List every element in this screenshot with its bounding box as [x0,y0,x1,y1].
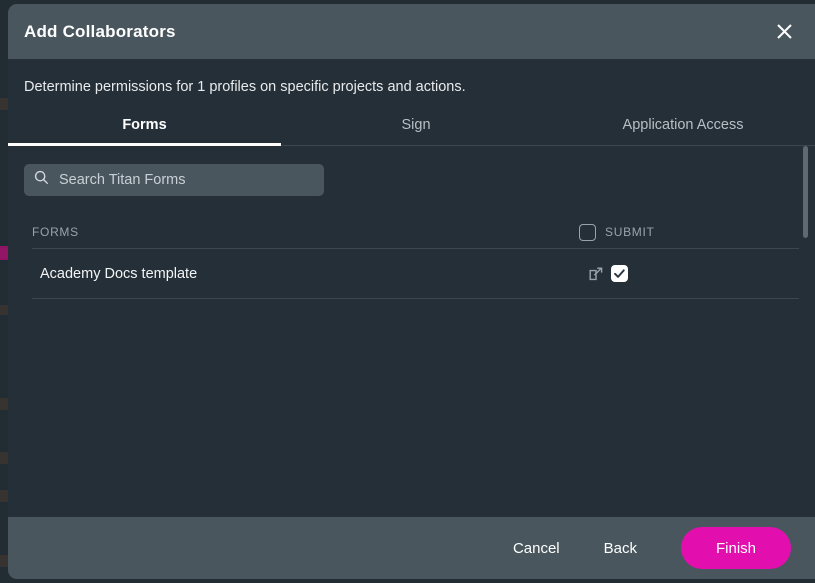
column-header-submit-label: SUBMIT [605,225,655,239]
search-icon [34,170,49,190]
form-name: Academy Docs template [40,265,198,282]
column-header-submit: SUBMIT [579,223,799,241]
dialog-footer: Cancel Back Finish [8,517,815,579]
external-link-icon[interactable] [588,266,604,282]
column-header-forms: FORMS [32,225,79,239]
forms-table: FORMS SUBMIT Academy Docs template [24,216,799,299]
back-button[interactable]: Back [582,532,659,565]
submit-checkbox[interactable] [611,265,628,282]
tab-sign[interactable]: Sign [281,111,551,145]
row-actions [579,265,799,282]
dialog-subtitle: Determine permissions for 1 profiles on … [24,79,466,95]
dialog-titlebar: Add Collaborators [8,4,815,59]
add-collaborators-dialog: Add Collaborators Determine permissions … [8,4,815,579]
select-all-submit-checkbox[interactable] [579,223,596,241]
finish-button[interactable]: Finish [681,527,791,569]
search-input[interactable] [57,171,314,189]
tab-forms[interactable]: Forms [8,111,281,146]
close-icon[interactable] [771,19,797,45]
scrollbar-track[interactable] [803,146,808,517]
forms-panel: FORMS SUBMIT Academy Docs template [8,146,815,517]
tab-bar: Forms Sign Application Access [8,111,815,146]
scrollbar-thumb[interactable] [803,146,808,238]
table-row: Academy Docs template [32,249,799,299]
cancel-button[interactable]: Cancel [491,532,582,565]
tab-application-access[interactable]: Application Access [551,111,815,145]
search-box[interactable] [24,164,324,196]
dialog-title: Add Collaborators [24,21,176,41]
table-header-row: FORMS SUBMIT [32,216,799,249]
